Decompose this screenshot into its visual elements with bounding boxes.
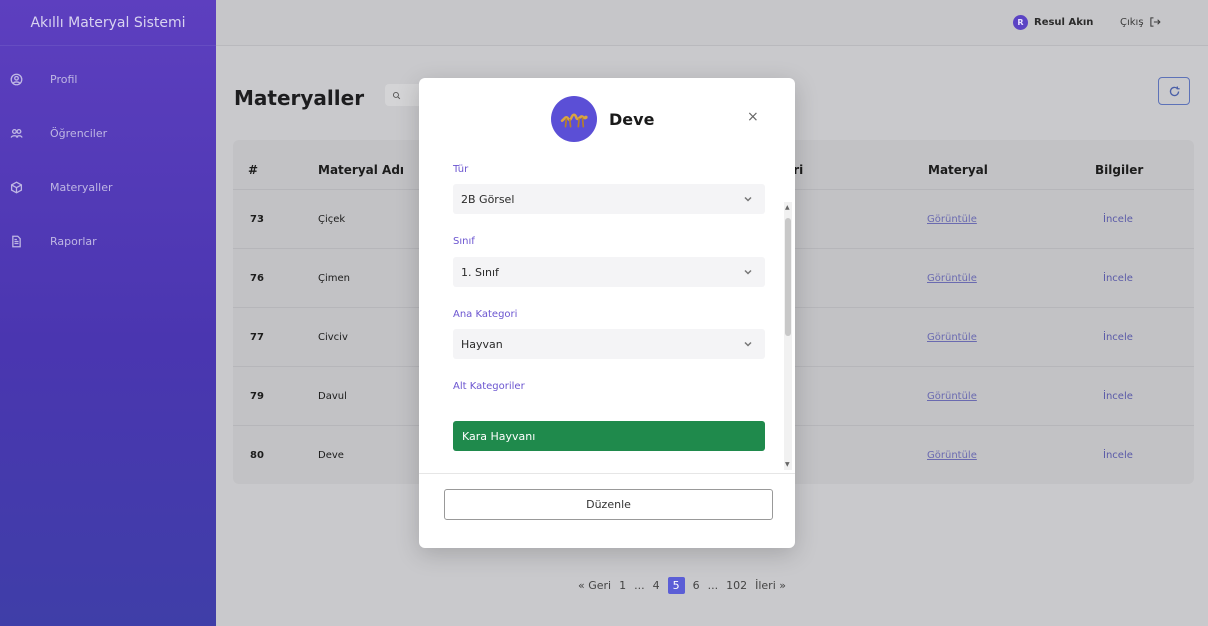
ana-kategori-select-value: Hayvan bbox=[461, 337, 503, 351]
users-icon bbox=[9, 126, 23, 140]
scroll-thumb[interactable] bbox=[785, 218, 791, 336]
sidebar: Akıllı Materyal Sistemi Profil Öğrencile… bbox=[0, 0, 216, 626]
page-title: Materyaller bbox=[234, 86, 365, 110]
pagination: « Geri 1 ... 4 5 6 ... 102 İleri » bbox=[578, 577, 794, 594]
avatar: R bbox=[1013, 15, 1028, 30]
pagination-page[interactable]: 6 bbox=[693, 579, 700, 592]
sinif-select[interactable]: 1. Sınıf bbox=[453, 257, 765, 287]
row-name: Civciv bbox=[318, 332, 348, 343]
chevron-down-icon bbox=[743, 339, 753, 349]
column-header-name: Materyal Adı bbox=[318, 163, 405, 177]
modal-body: Tür 2B Görsel Sınıf 1. Sınıf Ana Kategor… bbox=[419, 152, 795, 472]
view-link[interactable]: Görüntüle bbox=[927, 214, 977, 225]
details-link[interactable]: İncele bbox=[1103, 273, 1133, 284]
row-id: 79 bbox=[250, 391, 264, 402]
view-link[interactable]: Görüntüle bbox=[927, 332, 977, 343]
close-icon[interactable]: × bbox=[747, 109, 759, 125]
column-header-info: Bilgiler bbox=[1095, 163, 1144, 177]
scroll-up-arrow[interactable]: ▲ bbox=[785, 204, 790, 211]
refresh-icon bbox=[1169, 85, 1180, 96]
view-link[interactable]: Görüntüle bbox=[927, 273, 977, 284]
row-name: Davul bbox=[318, 391, 347, 402]
tur-select[interactable]: 2B Görsel bbox=[453, 184, 765, 214]
subcategory-tag[interactable]: Kara Hayvanı bbox=[453, 421, 765, 451]
sidebar-item-label: Raporlar bbox=[50, 234, 97, 248]
camel-icon bbox=[551, 96, 597, 142]
topbar: R Resul Akın Çıkış bbox=[216, 0, 1208, 46]
row-id: 80 bbox=[250, 450, 264, 461]
logout-label: Çıkış bbox=[1120, 16, 1144, 28]
logout-icon bbox=[1149, 17, 1161, 27]
sidebar-item-ogrenciler[interactable]: Öğrenciler bbox=[0, 120, 216, 146]
sidebar-item-label: Materyaller bbox=[50, 180, 113, 194]
pagination-ellipsis: ... bbox=[707, 579, 719, 592]
sidebar-item-label: Öğrenciler bbox=[50, 126, 108, 140]
view-link[interactable]: Görüntüle bbox=[927, 391, 977, 402]
sidebar-item-materyaller[interactable]: Materyaller bbox=[0, 174, 216, 200]
scroll-down-arrow[interactable]: ▼ bbox=[785, 461, 790, 468]
modal-scrollbar[interactable]: ▲ ▼ bbox=[784, 202, 792, 470]
row-id: 77 bbox=[250, 332, 264, 343]
sidebar-item-profil[interactable]: Profil bbox=[0, 66, 216, 92]
field-label-alt-kategoriler: Alt Kategoriler bbox=[453, 381, 525, 392]
user-menu[interactable]: R Resul Akın bbox=[1013, 15, 1093, 30]
pagination-page[interactable]: 4 bbox=[653, 579, 660, 592]
sidebar-item-raporlar[interactable]: Raporlar bbox=[0, 228, 216, 254]
field-label-sinif: Sınıf bbox=[453, 236, 475, 247]
details-link[interactable]: İncele bbox=[1103, 391, 1133, 402]
details-link[interactable]: İncele bbox=[1103, 214, 1133, 225]
sinif-select-value: 1. Sınıf bbox=[461, 265, 499, 279]
row-name: Çimen bbox=[318, 273, 350, 284]
refresh-button[interactable] bbox=[1158, 77, 1190, 105]
material-detail-modal: Deve × Tür 2B Görsel Sınıf 1. Sınıf Ana … bbox=[419, 78, 795, 548]
field-label-ana-kategori: Ana Kategori bbox=[453, 309, 518, 320]
chevron-down-icon bbox=[743, 194, 753, 204]
logout-button[interactable]: Çıkış bbox=[1120, 16, 1161, 28]
view-link[interactable]: Görüntüle bbox=[927, 450, 977, 461]
field-label-tur: Tür bbox=[453, 164, 469, 175]
pagination-page[interactable]: 102 bbox=[726, 579, 747, 592]
pagination-page[interactable]: 1 bbox=[619, 579, 626, 592]
user-circle-icon bbox=[9, 72, 23, 86]
document-icon bbox=[9, 234, 23, 248]
modal-header: Deve × bbox=[419, 78, 795, 148]
details-link[interactable]: İncele bbox=[1103, 450, 1133, 461]
edit-button[interactable]: Düzenle bbox=[444, 489, 773, 520]
row-id: 73 bbox=[250, 214, 264, 225]
pagination-page-active[interactable]: 5 bbox=[667, 577, 685, 594]
modal-title: Deve bbox=[609, 110, 655, 129]
cube-icon bbox=[9, 180, 23, 194]
column-header-material: Materyal bbox=[928, 163, 988, 177]
pagination-next[interactable]: İleri » bbox=[755, 579, 786, 592]
user-name: Resul Akın bbox=[1034, 17, 1094, 28]
row-name: Deve bbox=[318, 450, 344, 461]
search-icon bbox=[392, 91, 401, 99]
pagination-ellipsis: ... bbox=[634, 579, 645, 592]
sidebar-item-label: Profil bbox=[50, 72, 78, 86]
column-header-id: # bbox=[248, 163, 259, 177]
row-id: 76 bbox=[250, 273, 264, 284]
details-link[interactable]: İncele bbox=[1103, 332, 1133, 343]
modal-footer-divider bbox=[419, 473, 795, 474]
chevron-down-icon bbox=[743, 267, 753, 277]
tur-select-value: 2B Görsel bbox=[461, 192, 515, 206]
app-title: Akıllı Materyal Sistemi bbox=[0, 0, 216, 46]
pagination-prev[interactable]: « Geri bbox=[578, 579, 611, 592]
ana-kategori-select[interactable]: Hayvan bbox=[453, 329, 765, 359]
row-name: Çiçek bbox=[318, 214, 346, 225]
